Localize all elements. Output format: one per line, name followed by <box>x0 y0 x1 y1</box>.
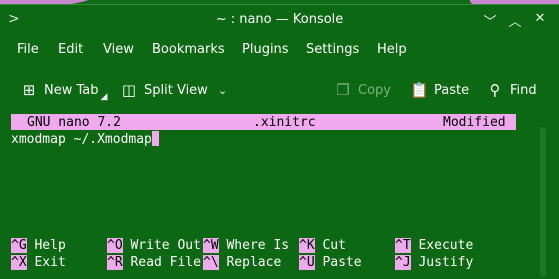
menu-view[interactable]: View <box>103 42 134 57</box>
minimize-button[interactable]: ﹀ <box>482 11 498 30</box>
shortcut-row: ^X Exit ^R Read File ^\ Replace ^U Paste… <box>11 254 531 271</box>
shortcut-label: Where Is <box>226 238 290 253</box>
menu-bar: File Edit View Bookmarks Plugins Setting… <box>0 42 559 64</box>
konsole-window: > ~ : nano — Konsole ﹀ ︿ ✕ File Edit Vie… <box>0 4 559 279</box>
shortcut-key: ^O <box>107 238 123 253</box>
shortcut-label: Justify <box>418 255 474 270</box>
nano-modified-status: Modified <box>443 115 506 130</box>
shortcut-label: Exit <box>34 255 66 270</box>
shortcut-key: ^T <box>395 238 411 253</box>
split-view-icon: ◫ <box>121 81 137 99</box>
text-cursor <box>151 131 159 146</box>
shortcut-label: Write Out <box>130 238 201 253</box>
menu-settings[interactable]: Settings <box>306 42 359 57</box>
close-button[interactable]: ✕ <box>532 11 548 26</box>
editor-line[interactable]: xmodmap ~/.Xmodmap <box>11 131 159 148</box>
shortcut-label: Cut <box>322 238 346 253</box>
menu-bookmarks[interactable]: Bookmarks <box>152 42 225 57</box>
new-tab-label: New Tab <box>44 82 99 98</box>
shortcut-row: ^G Help ^O Write Out ^W Where Is ^K Cut … <box>11 237 531 254</box>
chevron-down-icon[interactable]: ⌄ <box>218 84 227 97</box>
paste-icon: 📋 <box>410 81 429 99</box>
editor-line-text: xmodmap ~/.Xmodmap <box>11 132 152 147</box>
shortcut-label: Read File <box>130 255 201 270</box>
nano-filename: .xinitrc <box>253 115 316 130</box>
title-bar[interactable]: > ~ : nano — Konsole ﹀ ︿ ✕ <box>0 5 559 35</box>
shortcut-key: ^X <box>11 255 27 270</box>
toolbar: ⊞ New Tab ◢ ◫ Split View ⌄ ❐ Copy 📋 Past… <box>0 77 559 105</box>
menu-file[interactable]: File <box>17 42 39 57</box>
shortcut-label: Paste <box>322 255 362 270</box>
shortcut-label: Replace <box>226 255 282 270</box>
shortcut-key: ^\ <box>203 255 219 270</box>
copy-icon: ❐ <box>336 81 350 99</box>
menu-edit[interactable]: Edit <box>58 42 83 57</box>
maximize-button[interactable]: ︿ <box>507 11 523 30</box>
copy-button[interactable]: ❐ Copy <box>334 77 391 103</box>
split-view-button[interactable]: ◫ Split View ⌄ <box>120 77 227 103</box>
nano-version: GNU nano 7.2 <box>27 115 121 130</box>
find-label: Find <box>510 82 537 98</box>
search-icon: ⚲ <box>489 81 501 99</box>
menu-plugins[interactable]: Plugins <box>242 42 289 57</box>
shortcut-key: ^W <box>203 238 219 253</box>
shortcut-key: ^K <box>299 238 315 253</box>
terminal-view[interactable]: GNU nano 7.2 .xinitrc Modified xmodmap ~… <box>8 111 538 276</box>
nano-title-bar: GNU nano 7.2 .xinitrc Modified <box>11 114 516 130</box>
shortcut-label: Help <box>34 238 66 253</box>
menu-help[interactable]: Help <box>377 42 407 57</box>
window-title: ~ : nano — Konsole <box>215 12 344 27</box>
shortcut-key: ^R <box>107 255 123 270</box>
shortcut-key: ^G <box>11 238 27 253</box>
shortcut-label: Execute <box>418 238 474 253</box>
split-view-label: Split View <box>144 82 208 98</box>
paste-button[interactable]: 📋 Paste <box>410 77 469 103</box>
new-tab-icon: ⊞ <box>22 81 36 99</box>
shortcut-key: ^J <box>395 255 411 270</box>
paste-label: Paste <box>434 82 470 98</box>
shortcut-key: ^U <box>299 255 315 270</box>
dropdown-corner-icon: ◢ <box>100 92 108 102</box>
new-tab-button[interactable]: ⊞ New Tab ◢ <box>20 77 108 103</box>
find-button[interactable]: ⚲ Find <box>486 77 537 103</box>
vertical-scrollbar[interactable] <box>540 127 546 277</box>
copy-label: Copy <box>358 82 391 98</box>
